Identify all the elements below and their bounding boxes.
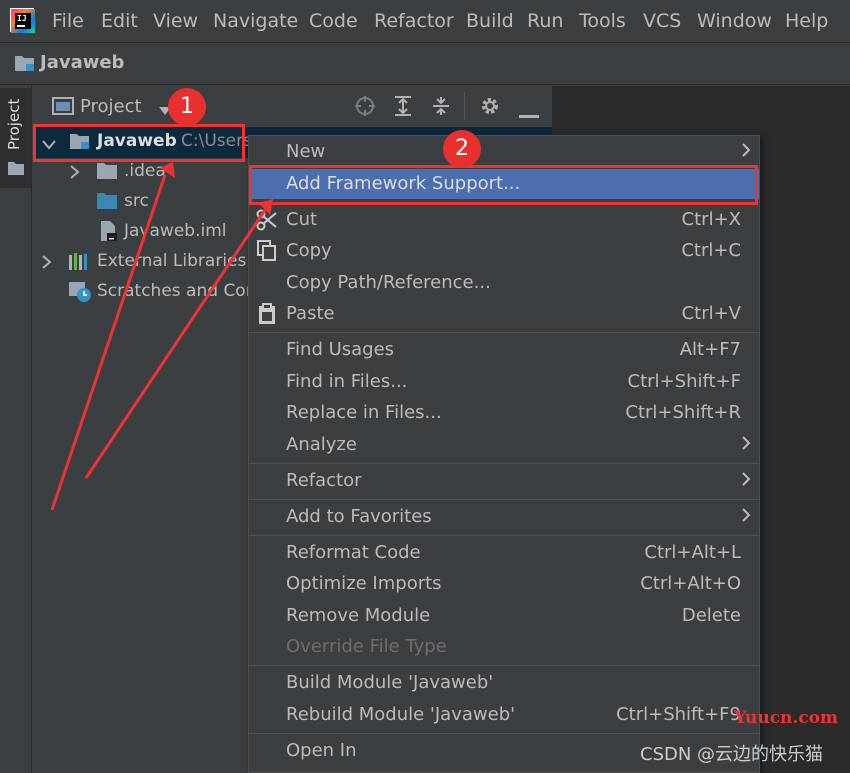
- annotation-arrows: [50, 162, 273, 511]
- watermark-site: Yuucn.com: [734, 708, 838, 728]
- logo-text: IJ: [17, 14, 27, 23]
- watermark-credit: CSDN @云边的快乐猫: [640, 744, 824, 765]
